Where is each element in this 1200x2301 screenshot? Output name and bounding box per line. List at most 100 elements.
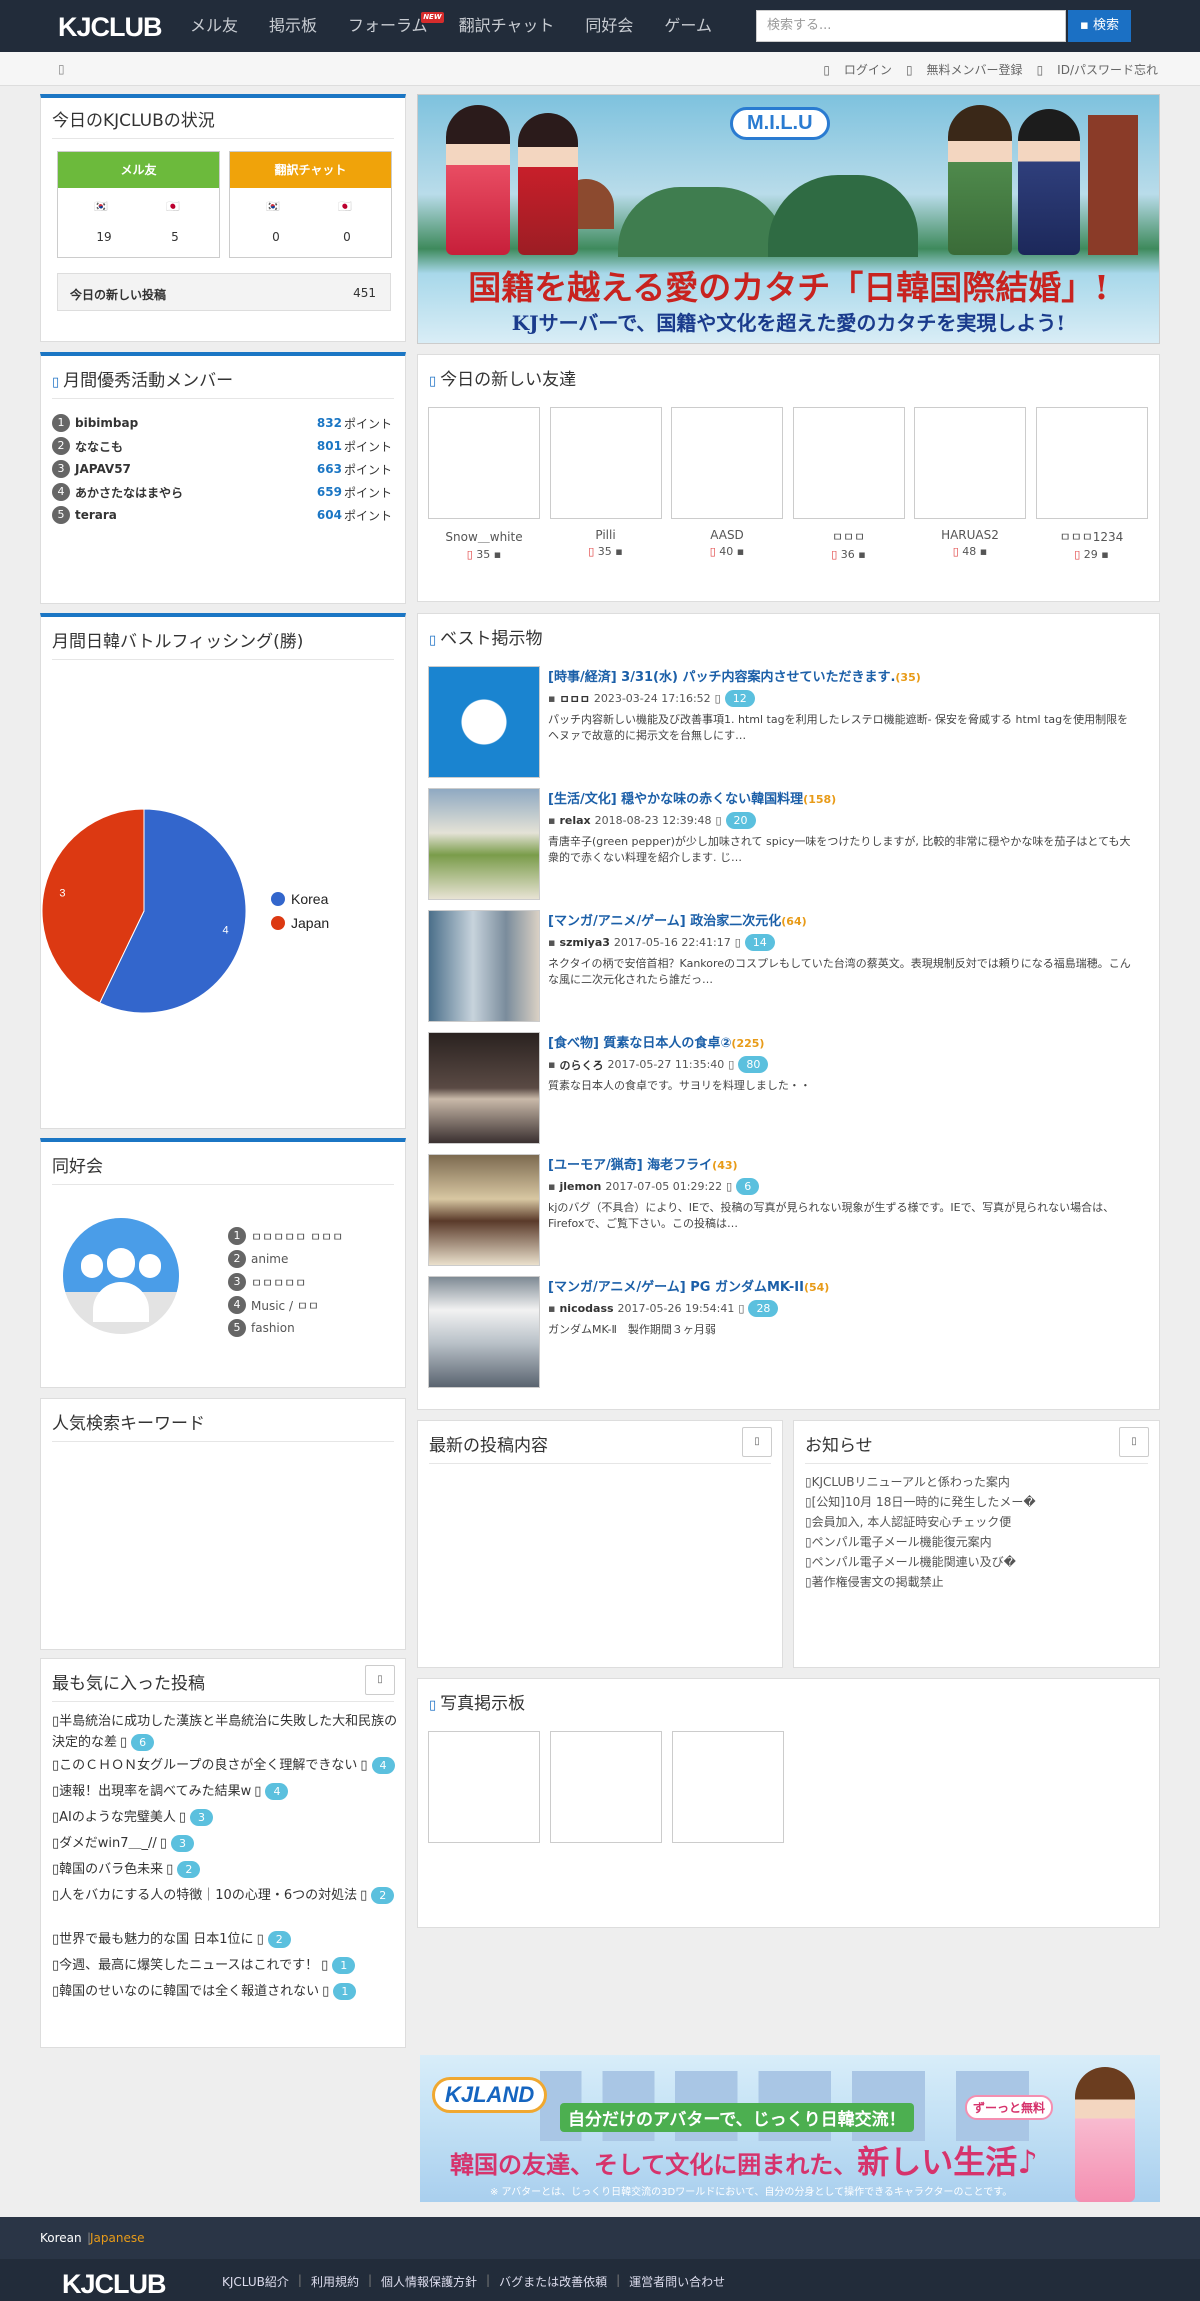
post-view-count: (54) (803, 1281, 830, 1294)
flag-icon: ▪ (548, 692, 556, 705)
friend-photo[interactable] (914, 407, 1026, 519)
notice-item[interactable]: ▯著作権侵害文の掲載禁止 (805, 1573, 944, 1590)
post-thumbnail[interactable] (428, 666, 540, 778)
register-link[interactable]: ▯ 無料メンバー登録 (906, 61, 1023, 78)
friend-card[interactable]: Snow＿white ▯ 35 ▪ (428, 407, 540, 561)
footer-logo[interactable]: KJCLUB (62, 2269, 167, 2300)
home-icon[interactable]: ▯ (58, 62, 65, 76)
latest-more-button[interactable]: ▯ (742, 1427, 772, 1457)
friend-photo[interactable] (549, 407, 662, 519)
rank-row[interactable]: 1 bibimbap 832 ポイント (52, 414, 392, 432)
rank-number: 3 (52, 460, 70, 478)
post-thumbnail[interactable] (428, 1154, 540, 1266)
search-button-label: 検索 (1092, 18, 1119, 33)
notice-more-button[interactable]: ▯ (1119, 1427, 1149, 1457)
photo-thumb[interactable] (550, 1731, 662, 1843)
rank-row[interactable]: 5 terara 604 ポイント (52, 506, 392, 524)
club-item[interactable]: 4 Music / ㅁㅁ (228, 1296, 319, 1314)
kjland-logo: KJLAND (432, 2077, 548, 2113)
favorite-item[interactable]: ▯AIのような完璧美人 ▯ 3 (52, 1807, 398, 1828)
menu-board[interactable]: 掲示板 (269, 0, 317, 52)
club-item[interactable]: 3 ㅁㅁㅁㅁㅁ (228, 1273, 306, 1291)
notice-item[interactable]: ▯ペンパル電子メール機能復元案内 (805, 1533, 992, 1550)
footer-link[interactable]: 利用規約 (311, 2273, 359, 2290)
favorite-item[interactable]: ▯半島統治に成功した漢族と半島統治に失敗した大和民族の決定的な差 ▯ 6 (52, 1711, 398, 1753)
post-title-text: [食べ物] 質素な日本人の食卓② (548, 1036, 732, 1051)
best-post[interactable]: [生活/文化] 穏やかな味の赤くない韓国料理(158) ▪ relax 2018-08… (428, 788, 1148, 900)
post-thumbnail[interactable] (428, 910, 540, 1022)
friend-photo[interactable] (671, 407, 783, 519)
favorites-more-button[interactable]: ▯ (365, 1665, 395, 1695)
notice-item[interactable]: ▯ペンパル電子メール機能関連い及び� (805, 1553, 1016, 1570)
post-thumbnail[interactable] (428, 1276, 540, 1388)
post-date: 2017-05-27 11:35:40 (607, 1058, 725, 1071)
favorite-item[interactable]: ▯人をバカにする人の特徴｜10の心理・6つの対処法 ▯ 2 (52, 1885, 398, 1906)
notice-item[interactable]: ▯[公知]10月 18日一時的に発生したメー� (805, 1493, 1036, 1510)
post-thumbnail[interactable] (428, 1032, 540, 1144)
best-post[interactable]: [食べ物] 質素な日本人の食卓②(225) ▪ のらくろ 2017-05-27 11:… (428, 1032, 1148, 1144)
post-title[interactable]: [生活/文化] 穏やかな味の赤くない韓国料理(158) (548, 788, 1138, 807)
search-input[interactable]: 検索する... (756, 10, 1066, 42)
lang-korean[interactable]: Korean (40, 2231, 82, 2245)
footer-separator: | (486, 2273, 491, 2287)
marriage-banner[interactable]: M.I.L.U 国籍を越える愛のカタチ「日韓国際結婚」! KJサーバーで、国籍や… (417, 94, 1160, 344)
favorite-item[interactable]: ▯速報！出現率を調べてみた結果w ▯ 4 (52, 1781, 398, 1802)
chat-japan-count: 0 (343, 230, 351, 244)
favorite-item[interactable]: ▯韓国のせいなのに韓国では全く報道されない ▯ 1 (52, 1981, 398, 2002)
footer-link[interactable]: KJCLUB紹介 (222, 2273, 289, 2290)
friend-card[interactable]: ㅁㅁㅁ ▯ 36 ▪ (792, 407, 905, 561)
lang-japanese[interactable]: Japanese (90, 2231, 145, 2245)
post-title[interactable]: [ユーモア/猟奇] 海老フライ(43) (548, 1154, 1138, 1173)
post-title[interactable]: [マンガ/アニメ/ゲーム] 政治家二次元化(64) (548, 910, 1138, 929)
menu-translate-chat[interactable]: 翻訳チャット (459, 0, 555, 52)
chat-card[interactable]: 翻訳チャット 🇰🇷 🇯🇵 0 0 (229, 151, 392, 258)
footer-link[interactable]: 個人情報保護方針 (381, 2273, 477, 2290)
site-logo[interactable]: KJCLUB (58, 12, 163, 43)
friend-card[interactable]: ㅁㅁㅁ1234 ▯ 29 ▪ (1035, 407, 1148, 561)
comment-icon: ▯ (360, 1888, 368, 1903)
friend-photo[interactable] (792, 407, 905, 519)
friend-card[interactable]: AASD ▯ 40 ▪ (671, 407, 783, 558)
photo-thumb[interactable] (672, 1731, 784, 1843)
notice-item[interactable]: ▯KJCLUBリニューアルと係わった案内 (805, 1473, 1010, 1490)
notice-item[interactable]: ▯会員加入, 本人認証時安心チェック便 (805, 1513, 1011, 1530)
menu-club[interactable]: 同好会 (585, 0, 633, 52)
favorite-item[interactable]: ▯このＣＨＯＮ女グループの良さが全く理解できない ▯ 4 (52, 1755, 398, 1776)
kjland-banner[interactable]: KJLAND 自分だけのアバターで、じっくり日韓交流！ ずーっと無料 韓国の友達… (420, 2055, 1160, 2202)
best-post[interactable]: [マンガ/アニメ/ゲーム] 政治家二次元化(64) ▪ szmiya3 2017-05… (428, 910, 1148, 1022)
best-post[interactable]: [時事/経済] 3/31(水) パッチ内容案内させていただきます.(35) ▪ ㅁㅁ… (428, 666, 1148, 778)
best-post[interactable]: [ユーモア/猟奇] 海老フライ(43) ▪ jlemon 2017-07-05 01:… (428, 1154, 1148, 1266)
favorites-title: 最も気に入った投稿 (52, 1674, 205, 1694)
favorite-item[interactable]: ▯韓国のバラ色未来 ▯ 2 (52, 1859, 398, 1880)
friend-photo[interactable] (428, 407, 540, 519)
forgot-link[interactable]: ▯ ID/パスワード忘れ (1037, 61, 1158, 78)
post-view-count: (64) (781, 915, 807, 928)
post-title[interactable]: [食べ物] 質素な日本人の食卓②(225) (548, 1032, 1138, 1051)
rank-row[interactable]: 2 ななこも 801 ポイント (52, 437, 392, 455)
friend-card[interactable]: HARUAS2 ▯ 48 ▪ (914, 407, 1026, 558)
post-excerpt: 質素な日本人の食卓です。サヨリを料理しました・・ (548, 1079, 811, 1092)
favorite-item[interactable]: ▯ダメだwin7＿_//▯ 3 (52, 1833, 398, 1854)
favorite-item[interactable]: ▯今週、最高に爆笑したニュースはこれです！ ▯ 1 (52, 1955, 398, 1976)
menu-forum[interactable]: フォーラム NEW (348, 0, 444, 52)
post-thumbnail[interactable] (428, 788, 540, 900)
footer-link[interactable]: バグまたは改善依頼 (499, 2273, 607, 2290)
post-title[interactable]: [時事/経済] 3/31(水) パッチ内容案内させていただきます.(35) (548, 666, 1138, 685)
friend-card[interactable]: Pilli ▯ 35 ▪ (549, 407, 662, 558)
login-link[interactable]: ▯ ログイン (823, 61, 892, 78)
post-title[interactable]: [マンガ/アニメ/ゲーム] PG ガンダムMK-II(54) (548, 1276, 1138, 1295)
club-item[interactable]: 5 fashion (228, 1319, 295, 1337)
rank-row[interactable]: 3 JAPAV57 663 ポイント (52, 460, 392, 478)
menu-game[interactable]: ゲーム (664, 0, 712, 52)
friend-photo[interactable] (1035, 407, 1148, 519)
club-item[interactable]: 2 anime (228, 1250, 288, 1268)
rank-row[interactable]: 4 あかさたなはまやら 659 ポイント (52, 483, 392, 501)
menu-mail-friend[interactable]: メル友 (190, 0, 238, 52)
search-button[interactable]: ▪ 検索 (1068, 10, 1131, 42)
best-post[interactable]: [マンガ/アニメ/ゲーム] PG ガンダムMK-II(54) ▪ nicodass 2… (428, 1276, 1148, 1388)
favorite-item[interactable]: ▯世界で最も魅力的な国 日本1位に ▯ 2 (52, 1929, 398, 1950)
footer-link[interactable]: 運営者問い合わせ (629, 2273, 725, 2290)
club-item[interactable]: 1 ㅁㅁㅁㅁㅁ ㅁㅁㅁ (228, 1227, 343, 1245)
mail-card[interactable]: メル友 🇰🇷 🇯🇵 19 5 (57, 151, 220, 258)
photo-thumb[interactable] (428, 1731, 540, 1843)
